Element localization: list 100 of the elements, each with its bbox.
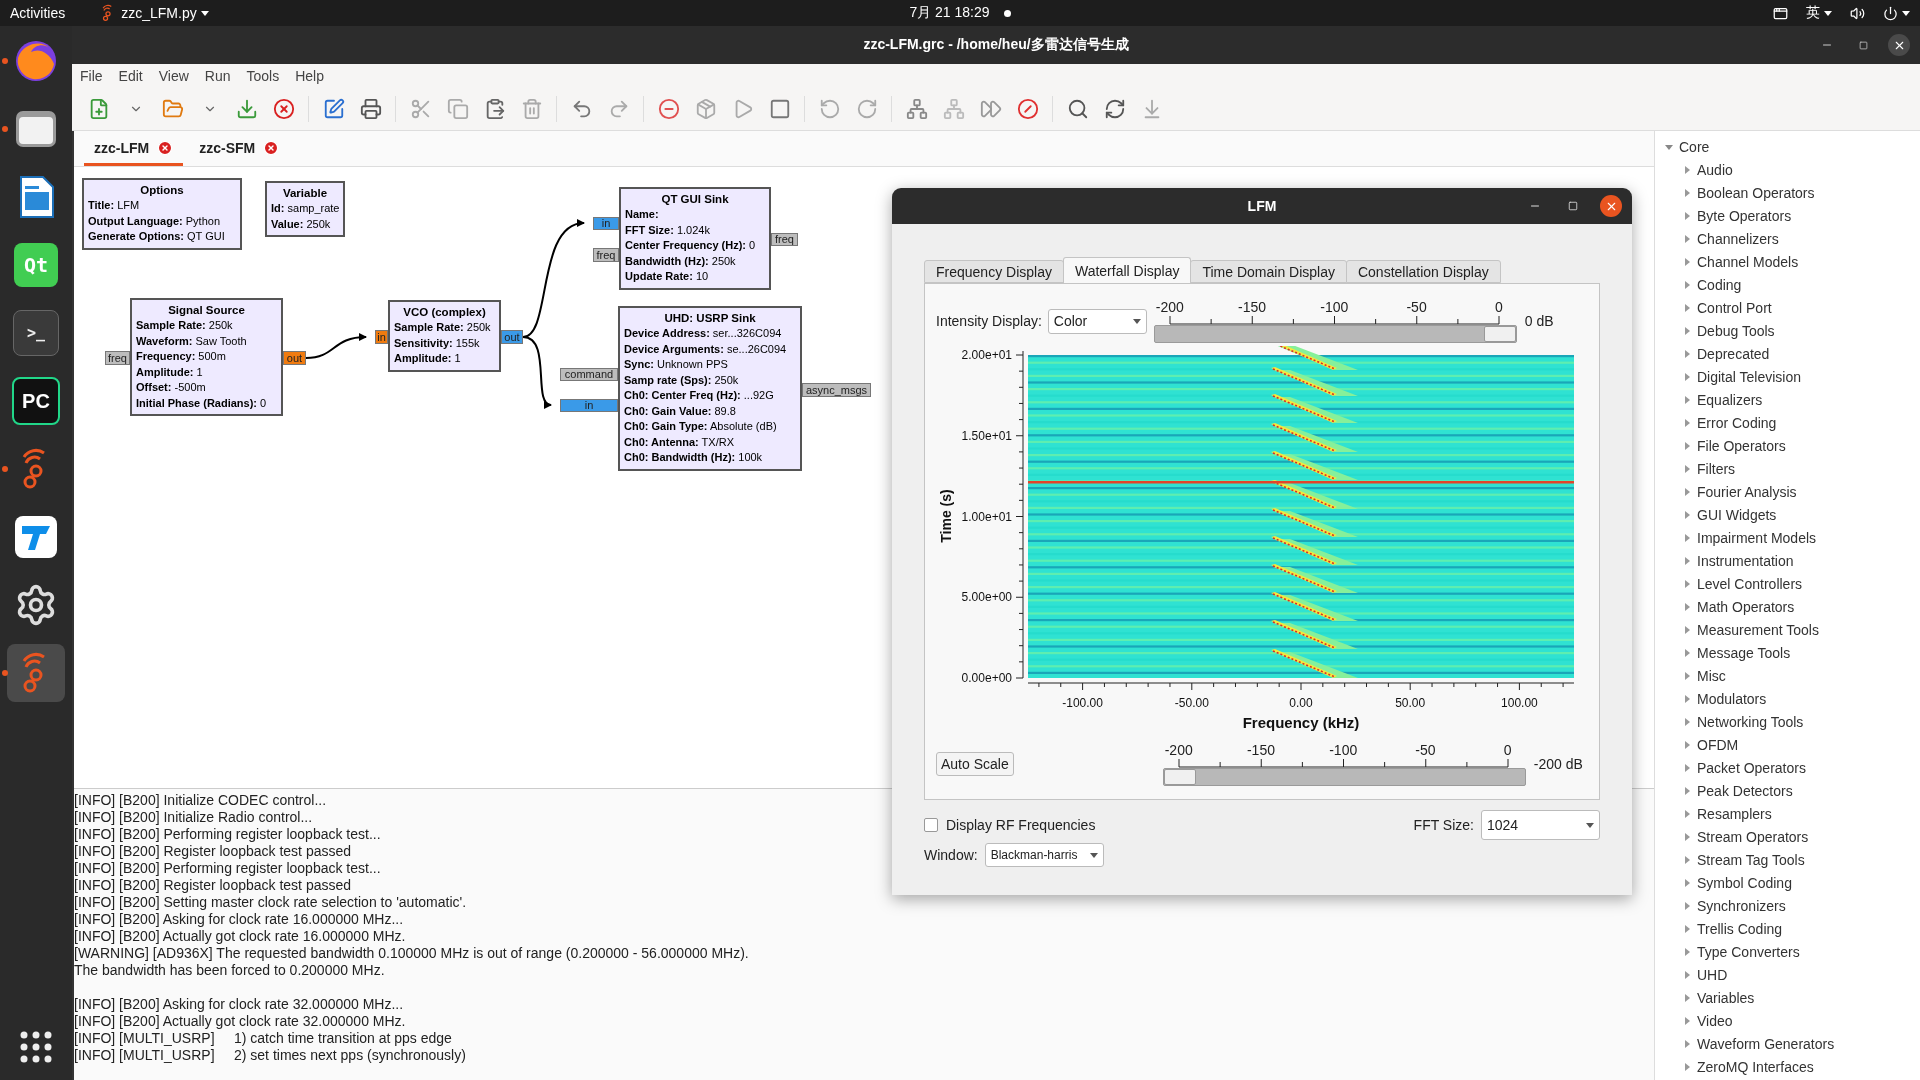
refresh-icon[interactable] <box>1103 98 1126 120</box>
tree-item[interactable]: Fourier Analysis <box>1697 483 1797 500</box>
tree-item[interactable]: Debug Tools <box>1697 322 1775 339</box>
slider-track[interactable] <box>1153 325 1517 343</box>
tree-item[interactable]: Modulators <box>1697 690 1767 707</box>
slider-thumb[interactable] <box>1483 326 1516 342</box>
tree-item[interactable]: Error Coding <box>1697 414 1777 431</box>
tree-item[interactable]: Math Operators <box>1697 598 1795 615</box>
tree-item[interactable]: Boolean Operators <box>1697 184 1815 201</box>
expander-icon[interactable] <box>1683 188 1691 197</box>
document-tab[interactable]: zzc-SFM <box>189 133 290 166</box>
expander-icon[interactable] <box>1683 533 1691 542</box>
menu-item[interactable]: Tools <box>246 68 280 84</box>
menu-item[interactable]: View <box>158 68 189 84</box>
tree-item[interactable]: Variables <box>1697 989 1755 1006</box>
expander-icon[interactable] <box>1683 694 1691 703</box>
expander-icon[interactable] <box>1683 280 1691 289</box>
port[interactable]: command <box>560 367 618 381</box>
menu-item[interactable]: Edit <box>118 68 143 84</box>
expander-icon[interactable] <box>1683 165 1691 174</box>
app-menu[interactable]: zzc_LFM.py <box>99 4 209 22</box>
expander-icon[interactable] <box>1683 740 1691 749</box>
tree-item[interactable]: Resamplers <box>1697 805 1772 822</box>
expander-icon[interactable] <box>1683 579 1691 588</box>
expander-icon[interactable] <box>1683 832 1691 841</box>
stop-icon[interactable] <box>768 98 791 120</box>
expander-icon[interactable] <box>1683 1062 1691 1071</box>
tree-item[interactable]: Synchronizers <box>1697 897 1786 914</box>
expander-icon[interactable] <box>1683 809 1691 818</box>
tree-item[interactable]: Peak Detectors <box>1697 782 1793 799</box>
copy-icon[interactable] <box>446 98 469 120</box>
dropdown[interactable]: Blackman-harris <box>984 843 1104 867</box>
grid-icon[interactable] <box>19 1030 53 1064</box>
tree-item[interactable]: Stream Tag Tools <box>1697 851 1805 868</box>
flowgraph-block[interactable]: QT GUI Sink Name: FFT Size: 1.024k Center Frequency (Hz): 0 Bandwidth (Hz): 250k Update Rate: 10 <box>619 186 771 290</box>
port[interactable]: in <box>375 329 388 344</box>
auto-scale-button[interactable]: Auto Scale <box>936 752 1014 776</box>
tree-item[interactable]: Control Port <box>1697 299 1772 316</box>
tree-item[interactable]: Waveform Generators <box>1697 1035 1835 1052</box>
expander-icon[interactable] <box>1683 878 1691 887</box>
printer-icon[interactable] <box>359 98 382 120</box>
tree-item[interactable]: Digital Television <box>1697 368 1801 385</box>
tree-item[interactable]: Instrumentation <box>1697 552 1794 569</box>
close-icon[interactable] <box>272 98 295 120</box>
expander-icon[interactable] <box>1683 648 1691 657</box>
rotate-right-icon[interactable] <box>855 98 878 120</box>
tab[interactable]: Constellation Display <box>1345 260 1501 283</box>
flowgraph-block[interactable]: VCO (complex) Sample Rate: 250k Sensitivity: 155k Amplitude: 1 <box>388 299 501 372</box>
expander-icon[interactable] <box>1683 901 1691 910</box>
tree-item[interactable]: Symbol Coding <box>1697 874 1792 891</box>
scissors-icon[interactable] <box>409 98 432 120</box>
edit-icon[interactable] <box>322 98 345 120</box>
expander-icon[interactable] <box>1683 993 1691 1002</box>
tree-item[interactable]: UHD <box>1697 966 1728 983</box>
expander-icon[interactable] <box>1683 303 1691 312</box>
tree-item[interactable]: Byte Operators <box>1697 207 1792 224</box>
expander-icon[interactable] <box>1683 326 1691 335</box>
app-icon[interactable] <box>13 514 59 560</box>
slider-track[interactable] <box>1162 768 1526 786</box>
flowgraph-block[interactable]: Options Title: LFM Output Language: Python Generate Options: QT GUI <box>82 177 242 250</box>
tree-item[interactable]: ZeroMQ Interfaces <box>1697 1058 1814 1075</box>
expander-icon[interactable] <box>1683 717 1691 726</box>
maximize-icon[interactable] <box>1568 201 1578 211</box>
expander-icon[interactable] <box>1683 786 1691 795</box>
tree-item[interactable]: Level Controllers <box>1697 575 1803 592</box>
expander-icon[interactable] <box>1683 602 1691 611</box>
expander-icon[interactable] <box>1683 625 1691 634</box>
expander-icon[interactable] <box>1683 556 1691 565</box>
menu-item[interactable]: Run <box>204 68 231 84</box>
expander-icon[interactable] <box>1683 671 1691 680</box>
search-icon[interactable] <box>1066 98 1089 120</box>
tree-item[interactable]: Coding <box>1697 276 1742 293</box>
tree-item[interactable]: Audio <box>1697 161 1733 178</box>
tab[interactable]: Waterfall Display <box>1062 257 1192 283</box>
input-method[interactable]: 英 <box>1806 4 1820 22</box>
slider-thumb[interactable] <box>1163 769 1196 785</box>
port[interactable]: freq <box>105 350 130 365</box>
network-icon[interactable] <box>905 98 928 120</box>
expander-icon[interactable] <box>1683 464 1691 473</box>
app-icon[interactable]: PC <box>12 377 60 425</box>
power-icon[interactable] <box>1883 5 1898 21</box>
tree-item[interactable]: Equalizers <box>1697 391 1763 408</box>
expander-icon[interactable] <box>1683 970 1691 979</box>
tree-item[interactable]: OFDM <box>1697 736 1739 753</box>
circle-slash-icon[interactable] <box>1016 98 1039 120</box>
expander-icon[interactable] <box>1683 234 1691 243</box>
expander-icon[interactable] <box>1683 257 1691 266</box>
port[interactable]: async_msgs <box>802 382 871 397</box>
port[interactable]: in <box>593 216 619 230</box>
dropdown[interactable]: 1024 <box>1481 810 1600 840</box>
tree-item[interactable]: Filters <box>1697 460 1736 477</box>
tree-item[interactable]: Core <box>1679 138 1710 155</box>
port[interactable]: in <box>560 398 618 412</box>
flowgraph-block[interactable]: Signal Source Sample Rate: 250k Waveform: Saw Tooth Frequency: 500m Amplitude: 1 Offset: -500m Initial Phase (Radians): 0 <box>130 297 283 417</box>
window-icon[interactable] <box>1773 5 1788 21</box>
tree-item[interactable]: Channelizers <box>1697 230 1779 247</box>
port[interactable]: out <box>283 350 306 365</box>
expander-icon[interactable] <box>1683 1039 1691 1048</box>
dropdown[interactable]: Color <box>1047 308 1147 334</box>
expander-icon[interactable] <box>1683 211 1691 220</box>
